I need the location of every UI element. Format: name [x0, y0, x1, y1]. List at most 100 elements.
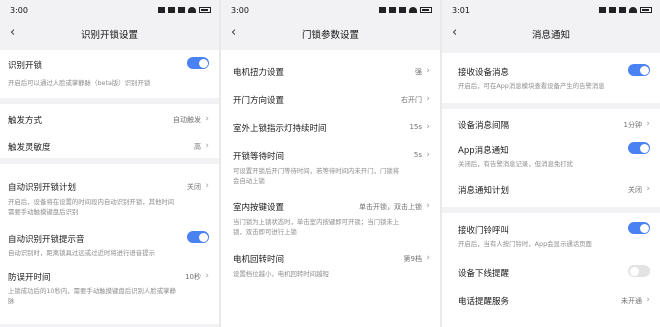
trigger-card: 触发方式 自动触发 › 触发灵敏度 高 ›: [0, 104, 219, 158]
msg-interval-value: 1分钟: [623, 121, 642, 129]
chevron-right-icon: ›: [426, 253, 430, 263]
signal-icon: [599, 7, 606, 13]
signal-icon: [158, 7, 165, 13]
doorbell-desc: 开启后，当有人按门铃时，App会显示通话页面: [458, 240, 592, 248]
title-bar: ‹ 识别开锁设置: [0, 22, 219, 46]
wait-time-desc-1: 可设置开锁后开门等待时间，若等待时间内未开门，门锁将: [233, 167, 400, 175]
receive-msgs-label: 接收设备消息: [458, 68, 510, 78]
title-bar: ‹ 消息通知: [442, 22, 660, 46]
trigger-mode-label: 触发方式: [8, 116, 43, 126]
auto-tone-toggle[interactable]: [187, 231, 209, 243]
indoor-button-desc-2: 锁，双击即可进行上锁: [233, 228, 297, 236]
open-direction-label: 开门方向设置: [233, 96, 285, 106]
screen-recognition-unlock: 3:00 ‹ 识别开锁设置 识别开锁 开启后可以通过人脸或掌静脉（beta版）识…: [0, 0, 219, 327]
chevron-right-icon: ›: [646, 295, 650, 305]
battery-icon: [640, 7, 652, 13]
indoor-button-desc-1: 当门锁为上锁状态时，单击室内按键即可开锁；当门锁未上: [233, 218, 400, 226]
battery-icon: [199, 7, 211, 13]
wait-time-desc-2: 会自动上锁: [233, 177, 265, 185]
page-title: 消息通知: [531, 30, 570, 41]
unlock-desc: 开启后可以通过人脸或掌静脉（beta版）识别开锁: [8, 79, 151, 87]
indicator-time-value: 15s: [409, 123, 422, 131]
anti-peek-label: 防误开时间: [8, 273, 51, 283]
offline-remind-toggle[interactable]: [628, 265, 650, 277]
signal-icon: [399, 7, 406, 13]
notify-plan-label: 消息通知计划: [458, 186, 510, 196]
page-title: 门锁参数设置: [301, 30, 359, 41]
wifi-icon: [409, 7, 417, 13]
signal-icon: [619, 7, 626, 13]
status-bar: 3:01: [442, 0, 660, 22]
app-notify-toggle[interactable]: [628, 142, 650, 154]
unlock-label: 识别开锁: [8, 61, 43, 71]
receive-card: 接收设备消息 开启后，可在App消息模块查看设备产生的告警消息: [442, 53, 660, 103]
motor-return-label: 电机回转时间: [233, 255, 285, 265]
auto-plan-desc-2: 需要手动触摸键盘后识别: [8, 208, 79, 216]
auto-plan-value: 关闭: [187, 183, 201, 191]
motor-torque-label: 电机扭力设置: [233, 68, 285, 78]
status-icons: [158, 7, 211, 13]
screen-lock-params: 3:00 ‹ 门锁参数设置 电机扭力设置 强 › 开门方向设置 右开门 › 室外…: [221, 0, 440, 327]
offline-remind-label: 设备下线提醒: [458, 269, 510, 279]
app-notify-desc: 关闭后，有告警消息记录，但消息免打扰: [458, 160, 574, 168]
chevron-right-icon: ›: [205, 181, 209, 191]
call-remind-label: 电话提醒服务: [458, 297, 510, 307]
chevron-right-icon: ›: [426, 150, 430, 160]
auto-tone-label: 自动识别开锁提示音: [8, 235, 85, 245]
signal-icon: [379, 7, 386, 13]
chevron-right-icon: ›: [426, 94, 430, 104]
screen-notifications: 3:01 ‹ 消息通知 接收设备消息 开启后，可在App消息模块查看设备产生的告…: [442, 0, 660, 327]
anti-peek-desc-2: 脉: [8, 297, 15, 305]
status-time: 3:00: [10, 6, 28, 15]
chevron-right-icon: ›: [426, 201, 430, 211]
battery-icon: [420, 7, 432, 13]
status-time: 3:01: [452, 6, 470, 15]
chevron-right-icon: ›: [646, 119, 650, 129]
motor-torque-value: 强: [415, 68, 422, 76]
chevron-right-icon: ›: [205, 271, 209, 281]
indicator-time-label: 室外上锁指示灯持续时间: [233, 124, 327, 134]
indoor-button-label: 室内按键设置: [233, 203, 285, 213]
status-bar: 3:00: [221, 0, 440, 22]
motor-return-value: 第9档: [403, 255, 422, 263]
signal-icon: [168, 7, 175, 13]
anti-peek-desc-1: 上锁成功后的10秒内，需要手动触摸键盘后识别人脸或掌静: [8, 287, 176, 295]
auto-plan-label: 自动识别开锁计划: [8, 183, 77, 193]
auto-card: 自动识别开锁计划 关闭 › 开启后，设备将在设置的时间段内自动识别开锁，其他时间…: [0, 164, 219, 324]
signal-icon: [389, 7, 396, 13]
call-card: 接收门铃呼叫 开启后，当有人按门铃时，App会显示通话页面 设备下线提醒 电话提…: [442, 213, 660, 327]
app-notify-label: App消息通知: [458, 146, 509, 156]
unlock-card: 识别开锁 开启后可以通过人脸或掌静脉（beta版）识别开锁: [0, 50, 219, 98]
trigger-sensitivity-label: 触发灵敏度: [8, 143, 51, 153]
motor-return-desc: 设置档位越小，电机回转时间越短: [233, 270, 329, 278]
unlock-toggle[interactable]: [187, 57, 209, 69]
signal-icon: [609, 7, 616, 13]
trigger-sensitivity-value: 高: [194, 143, 201, 151]
status-icons: [379, 7, 432, 13]
notify-plan-value: 关闭: [628, 186, 642, 194]
wifi-icon: [629, 7, 637, 13]
chevron-right-icon: ›: [205, 114, 209, 124]
open-direction-value: 右开门: [401, 96, 422, 104]
anti-peek-value: 10秒: [185, 273, 201, 281]
signal-icon: [178, 7, 185, 13]
status-bar: 3:00: [0, 0, 219, 22]
doorbell-toggle[interactable]: [628, 222, 650, 234]
status-time: 3:00: [231, 6, 249, 15]
auto-tone-desc: 自动识别时，距离锁具过远或过近时将进行语音提示: [8, 249, 155, 257]
msg-interval-label: 设备消息间隔: [458, 121, 510, 131]
title-bar: ‹ 门锁参数设置: [221, 22, 440, 46]
receive-msgs-toggle[interactable]: [628, 64, 650, 76]
params-card: 电机扭力设置 强 › 开门方向设置 右开门 › 室外上锁指示灯持续时间 15s …: [221, 50, 440, 327]
wait-time-value: 5s: [413, 151, 422, 159]
indoor-button-value: 单击开锁，双击上锁: [359, 203, 422, 211]
trigger-mode-value: 自动触发: [173, 116, 201, 124]
auto-plan-desc-1: 开启后，设备将在设置的时间段内自动识别开锁，其他时间: [8, 198, 175, 206]
receive-msgs-desc: 开启后，可在App消息模块查看设备产生的告警消息: [458, 82, 605, 90]
chevron-right-icon: ›: [646, 184, 650, 194]
call-remind-value: 未开通: [621, 297, 642, 305]
chevron-right-icon: ›: [426, 66, 430, 76]
msg-settings-card: 设备消息间隔 1分钟 › App消息通知 关闭后，有告警消息记录，但消息免打扰 …: [442, 109, 660, 207]
chevron-right-icon: ›: [205, 141, 209, 151]
doorbell-label: 接收门铃呼叫: [458, 226, 510, 236]
